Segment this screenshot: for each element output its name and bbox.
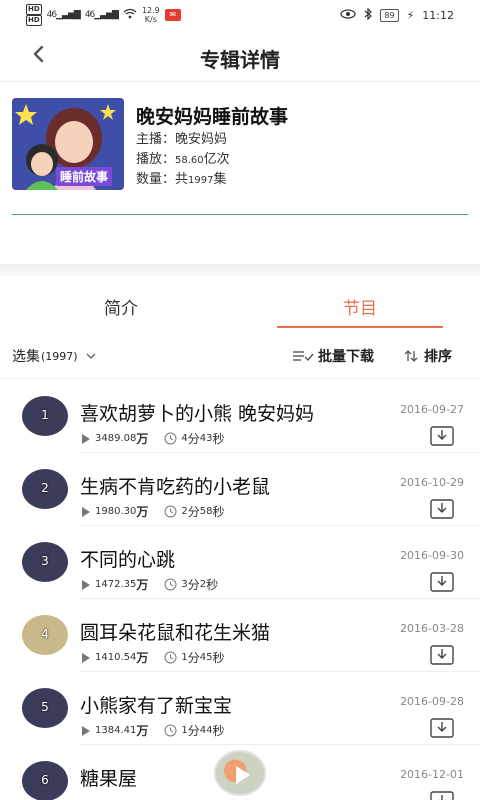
download-icon[interactable] — [430, 499, 454, 519]
toolbar-divider — [0, 378, 480, 379]
episode-stats: 1472.35 万 3分2秒 — [82, 576, 218, 593]
header: 专辑详情 — [0, 30, 480, 82]
net-speed: 12.9 K/s — [141, 6, 160, 24]
episode-title: 喜欢胡萝卜的小熊 晚安妈妈 — [80, 403, 315, 425]
episode-date: 2016-09-30 — [400, 549, 464, 562]
album-count: 数量：共1997集 — [136, 172, 227, 187]
download-icon[interactable] — [430, 645, 454, 665]
batch-download-label: 批量下载 — [318, 349, 374, 365]
clock-time: 11:12 — [422, 9, 454, 22]
page-title: 专辑详情 — [200, 48, 280, 72]
eye-icon — [340, 9, 356, 22]
episode-row[interactable]: 3 不同的心跳 2016-09-30 1472.35 万 3分2秒 — [0, 526, 480, 599]
episode-title: 不同的心跳 — [80, 549, 176, 571]
select-label: 选集 — [12, 349, 40, 365]
tab-bar: 简介 节目 — [0, 284, 480, 332]
floating-player-button[interactable] — [214, 750, 266, 796]
episode-thumbnail: 3 — [22, 542, 68, 582]
host-name[interactable]: 晚安妈妈 — [175, 132, 227, 147]
tab-programs[interactable]: 节目 — [277, 294, 443, 319]
section-gap — [0, 264, 480, 276]
clock-icon — [164, 432, 177, 445]
download-icon[interactable] — [430, 791, 454, 800]
episode-row[interactable]: 1 喜欢胡萝卜的小熊 晚安妈妈 2016-09-27 3489.08 万 4 分 43… — [0, 380, 480, 453]
sort-button[interactable]: 排序 — [404, 346, 452, 366]
download-icon[interactable] — [430, 426, 454, 446]
signal-icon: 46▁▃▅▇ — [46, 10, 81, 20]
play-count-icon — [82, 725, 90, 736]
episode-title: 圆耳朵花鼠和花生米猫 — [80, 622, 271, 644]
episode-title: 糖果屋 — [80, 768, 138, 790]
signal-icon-2: 46▁▃▅▇ — [84, 10, 119, 20]
select-count: (1997) — [41, 349, 78, 363]
episode-date: 2016-03-28 — [400, 622, 464, 635]
episode-row[interactable]: 5 小熊家有了新宝宝 2016-09-28 1384.41 万 1 分 44 秒 — [0, 672, 480, 745]
bluetooth-icon — [364, 7, 373, 23]
episode-thumbnail: 4 — [22, 615, 68, 655]
play-count-icon — [82, 506, 90, 517]
episode-date: 2016-09-27 — [400, 403, 464, 416]
play-count-icon — [82, 579, 90, 590]
album-divider — [12, 214, 468, 215]
clock-icon — [164, 651, 177, 664]
episode-title: 小熊家有了新宝宝 — [80, 695, 233, 717]
play-count-icon — [82, 433, 90, 444]
battery-icon: 89 — [380, 9, 399, 22]
batch-download-button[interactable]: 批量下载 — [292, 346, 374, 366]
active-tab-indicator — [277, 326, 443, 328]
episode-thumbnail: 6 — [22, 761, 68, 800]
select-episodes-dropdown[interactable]: 选集 (1997) — [12, 346, 96, 366]
album-title: 晚安妈妈睡前故事 — [136, 106, 289, 128]
sort-icon — [404, 350, 418, 362]
clock-icon — [164, 505, 177, 518]
episode-title: 生病不肯吃药的小老鼠 — [80, 476, 271, 498]
sort-label: 排序 — [424, 349, 452, 365]
episode-date: 2016-10-29 — [400, 476, 464, 489]
download-icon[interactable] — [430, 718, 454, 738]
episode-date: 2016-12-01 — [400, 768, 464, 781]
chevron-down-icon — [86, 353, 96, 359]
episode-thumbnail: 1 — [22, 396, 68, 436]
play-count-icon — [82, 652, 90, 663]
hd-indicator: HD HD — [26, 4, 42, 26]
episode-thumbnail: 2 — [22, 469, 68, 509]
tab-intro[interactable]: 简介 — [38, 294, 204, 319]
album-cover[interactable]: 睡前故事 — [12, 98, 124, 190]
clock-icon — [164, 578, 177, 591]
episode-stats: 1384.41 万 1 分 44 秒 — [82, 722, 225, 739]
episode-stats: 3489.08 万 4 分 43 秒 — [82, 430, 225, 447]
album-host: 主播：晚安妈妈 — [136, 132, 228, 147]
episode-date: 2016-09-28 — [400, 695, 464, 708]
batch-list-icon — [293, 351, 314, 362]
clock-icon — [164, 724, 177, 737]
album-info: 睡前故事 晚安妈妈睡前故事 主播：晚安妈妈 播放：58.60亿次 数量：共199… — [12, 98, 468, 190]
episode-toolbar: 选集 (1997) 批量下载 排序 — [0, 340, 480, 372]
episode-list: 1 喜欢胡萝卜的小熊 晚安妈妈 2016-09-27 3489.08 万 4 分 43… — [0, 380, 480, 800]
charging-icon: ⚡ — [406, 9, 415, 22]
album-plays: 播放：58.60亿次 — [136, 152, 230, 167]
episode-stats: 1980.30 万 2 分 58 秒 — [82, 503, 225, 520]
episode-stats: 1410.54 万 1 分 45 秒 — [82, 649, 225, 666]
episode-thumbnail: 5 — [22, 688, 68, 728]
episode-row[interactable]: 4 圆耳朵花鼠和花生米猫 2016-03-28 1410.54 万 1 分 45 秒 — [0, 599, 480, 672]
notification-app-icon: ✉ — [164, 9, 181, 21]
download-icon[interactable] — [430, 572, 454, 592]
status-bar: HD HD 46▁▃▅▇ 46▁▃▅▇ 12.9 K/s ✉ 89 ⚡ 11:1… — [0, 0, 480, 30]
cover-label: 睡前故事 — [56, 167, 113, 186]
play-icon — [236, 766, 250, 784]
episode-row[interactable]: 2 生病不肯吃药的小老鼠 2016-10-29 1980.30 万 2 分 58 秒 — [0, 453, 480, 526]
wifi-icon — [123, 8, 137, 22]
